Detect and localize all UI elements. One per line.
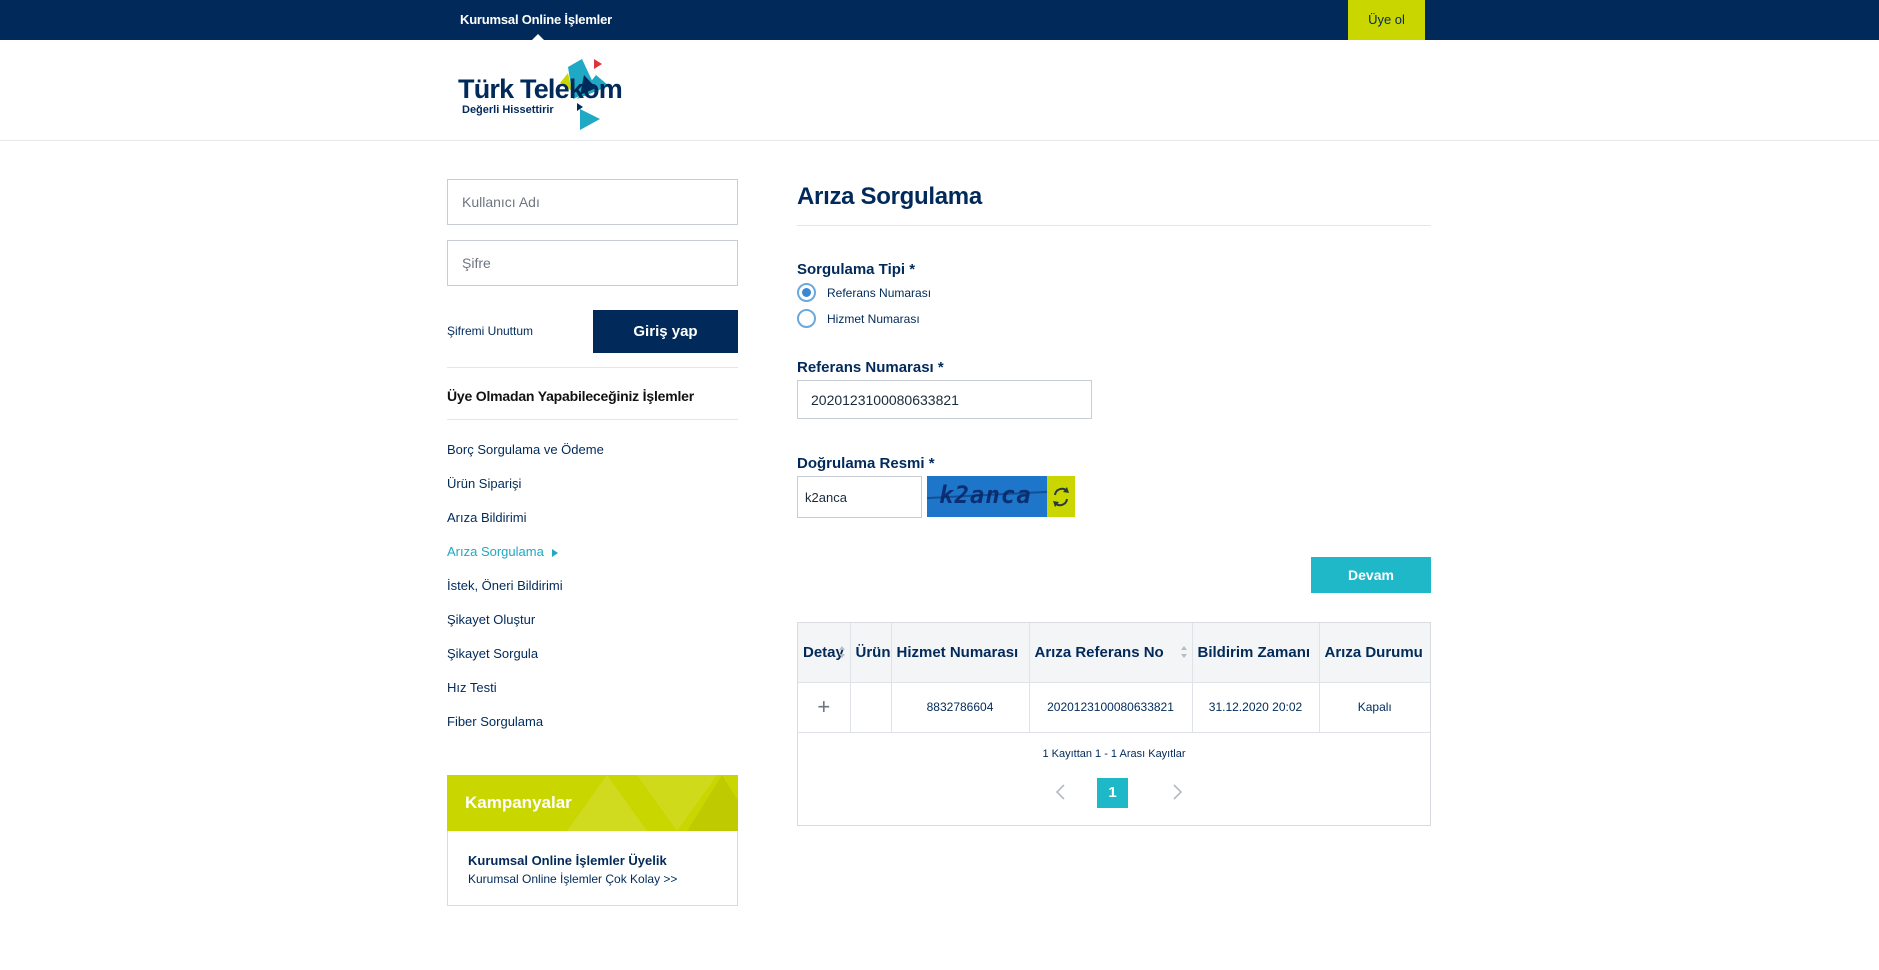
captcha-image: k2anca [927,476,1047,517]
captcha-label: Doğrulama Resmi * [797,455,935,472]
divider [447,419,738,420]
menu-item-label: Ürün Siparişi [447,476,522,491]
column-header-fault-reference[interactable]: Arıza Referans No [1029,623,1193,683]
reference-number-label: Referans Numarası * [797,359,944,376]
radio-label: Hizmet Numarası [827,312,920,326]
captcha-input[interactable] [797,476,922,518]
top-bar: Kurumsal Online İşlemler Üye ol [0,0,1879,40]
menu-item-request-suggestion[interactable]: İstek, Öneri Bildirimi [447,578,604,612]
title-divider [797,225,1431,226]
table-row: + 8832786604 2020123100080633821 31.12.2… [798,682,1430,733]
logo-brand-text: Türk Telekom [458,74,623,104]
guest-operations-menu: Borç Sorgulama ve Ödeme Ürün Siparişi Ar… [447,442,604,748]
radio-unchecked-icon[interactable] [797,309,816,328]
column-header-service-number[interactable]: Hizmet Numarası [891,623,1030,683]
menu-item-fiber-query[interactable]: Fiber Sorgulama [447,714,604,748]
signup-button[interactable]: Üye ol [1348,0,1425,40]
results-table: Detay Ürün Hizmet Numarası Arıza Referan… [798,623,1430,733]
menu-item-label: Arıza Sorgulama [447,544,544,559]
password-input[interactable] [447,240,738,286]
cell-fault-status: Kapalı [1319,682,1430,733]
menu-item-debt-query[interactable]: Borç Sorgulama ve Ödeme [447,442,604,476]
column-header-detail[interactable]: Detay [798,623,851,683]
menu-item-fault-query[interactable]: Arıza Sorgulama [447,544,604,578]
expand-row-icon[interactable]: + [798,682,851,733]
menu-item-speed-test[interactable]: Hız Testi [447,680,604,714]
radio-label: Referans Numarası [827,286,932,300]
page-title: Arıza Sorgulama [797,183,982,210]
captcha-refresh-icon[interactable] [1047,476,1075,517]
results-grid: Detay Ürün Hizmet Numarası Arıza Referan… [797,622,1431,826]
cell-notification-time: 31.12.2020 20:02 [1192,682,1320,733]
column-header-notification-time[interactable]: Bildirim Zamanı [1192,623,1320,683]
menu-item-label: İstek, Öneri Bildirimi [447,578,563,593]
campaign-easy-link[interactable]: Kurumsal Online İşlemler Çok Kolay >> [468,872,677,886]
menu-item-label: Arıza Bildirimi [447,510,527,525]
radio-checked-icon[interactable] [797,283,816,302]
campaign-box: Kampanyalar Kurumsal Online İşlemler Üye… [447,775,738,906]
menu-item-label: Şikayet Sorgula [447,646,539,661]
column-header-fault-status[interactable]: Arıza Durumu [1319,623,1430,683]
menu-item-label: Şikayet Oluştur [447,612,536,627]
menu-item-label: Hız Testi [447,680,497,695]
menu-item-product-order[interactable]: Ürün Siparişi [447,476,604,510]
divider [447,367,738,368]
cell-fault-reference: 2020123100080633821 [1029,682,1193,733]
campaign-membership-link[interactable]: Kurumsal Online İşlemler Üyelik [468,853,667,868]
column-header-product[interactable]: Ürün [850,623,892,683]
previous-page-icon[interactable] [1051,781,1071,803]
reference-number-input[interactable] [797,380,1092,419]
cell-product [850,682,892,733]
campaign-title: Kampanyalar [465,793,572,812]
records-summary: 1 Kayıttan 1 - 1 Arası Kayıtlar [1042,748,1186,760]
turk-telekom-logo[interactable]: Türk Telekom Değerli Hissettirir [456,55,676,131]
forgot-password-link[interactable]: Şifremi Unuttum [447,324,533,338]
menu-item-create-complaint[interactable]: Şikayet Oluştur [447,612,604,646]
continue-button[interactable]: Devam [1311,557,1431,593]
menu-item-label: Fiber Sorgulama [447,714,544,729]
menu-item-label: Borç Sorgulama ve Ödeme [447,442,604,457]
next-page-icon[interactable] [1167,781,1187,803]
guest-operations-title: Üye Olmadan Yapabileceğiniz İşlemler [447,388,694,404]
table-header-row: Detay Ürün Hizmet Numarası Arıza Referan… [798,623,1430,683]
cell-service-number: 8832786604 [891,682,1030,733]
username-input[interactable] [447,179,738,225]
page-number-current[interactable]: 1 [1097,778,1128,808]
site-header: Türk Telekom Değerli Hissettirir [0,40,1879,141]
sort-icon[interactable] [1180,645,1188,659]
menu-item-fault-report[interactable]: Arıza Bildirimi [447,510,604,544]
query-type-label: Sorgulama Tipi * [797,261,916,278]
logo-slogan-text: Değerli Hissettirir [462,104,554,116]
active-arrow-icon [551,548,558,557]
login-button[interactable]: Giriş yap [593,310,738,353]
sort-icon[interactable] [838,645,846,659]
menu-item-query-complaint[interactable]: Şikayet Sorgula [447,646,604,680]
